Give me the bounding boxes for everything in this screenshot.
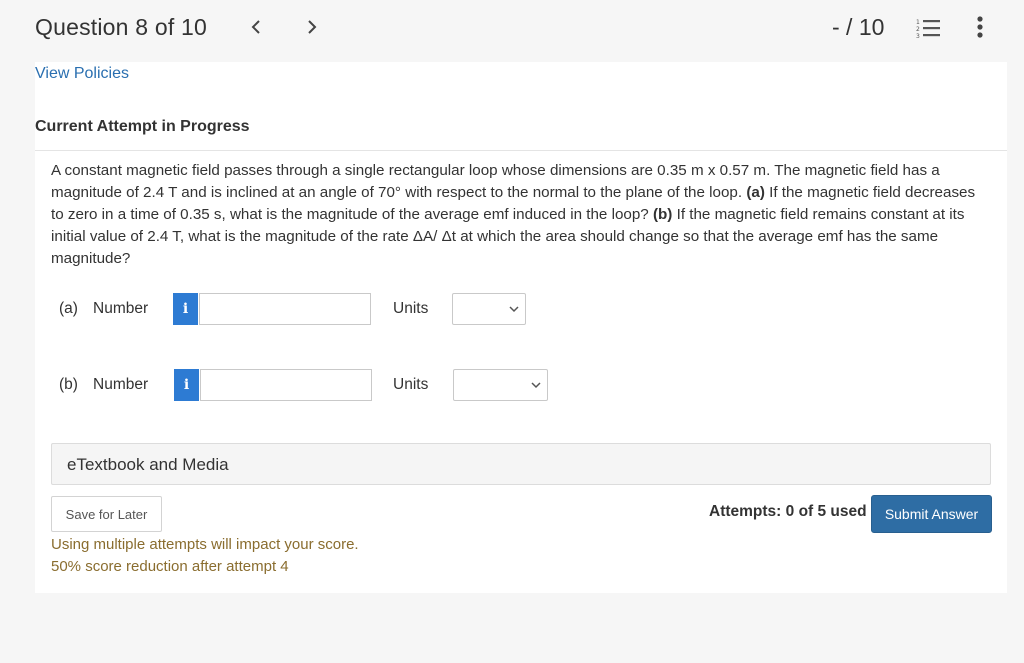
previous-question-button[interactable]	[244, 12, 268, 42]
chevron-down-icon	[509, 306, 519, 313]
part-a-units-select[interactable]	[452, 293, 526, 325]
part-a-units-label: Units	[393, 300, 429, 317]
divider	[35, 150, 1007, 151]
part-a-number-input[interactable]	[199, 293, 371, 325]
chevron-left-icon	[251, 20, 260, 34]
chevron-right-icon	[308, 20, 317, 34]
svg-text:1: 1	[916, 19, 920, 26]
question-text: A constant magnetic field passes through…	[51, 162, 976, 267]
info-icon: i	[182, 301, 189, 317]
score-display: - / 10	[832, 14, 885, 40]
top-bar: Question 8 of 10 - / 10 1 2 3	[0, 0, 1024, 62]
save-for-later-button[interactable]: Save for Later	[51, 496, 162, 532]
part-a-label: (a)	[59, 300, 78, 317]
info-icon: i	[183, 377, 190, 393]
question-counter: Question 8 of 10	[35, 14, 207, 40]
part-a-number-label: Number	[93, 300, 149, 317]
part-a-marker: (a)	[746, 184, 765, 201]
view-policies-link[interactable]: View Policies	[35, 65, 129, 83]
part-b-number-label: Number	[93, 376, 149, 393]
attempt-status-heading: Current Attempt in Progress	[35, 118, 250, 135]
attempts-warning: Using multiple attempts will impact your…	[51, 536, 359, 553]
part-b-info-button[interactable]: i	[174, 369, 199, 401]
score-reduction-notice: 50% score reduction after attempt 4	[51, 558, 289, 575]
part-b-label: (b)	[59, 376, 78, 393]
part-b-units-select[interactable]	[453, 369, 548, 401]
submit-answer-button[interactable]: Submit Answer	[871, 495, 992, 533]
part-b-units-label: Units	[393, 376, 429, 393]
part-a-info-button[interactable]: i	[173, 293, 198, 325]
next-question-button[interactable]	[300, 12, 324, 42]
svg-text:2: 2	[916, 26, 920, 33]
numbered-list-icon[interactable]: 1 2 3	[915, 16, 941, 40]
vertical-dots-icon[interactable]	[972, 14, 988, 42]
etextbook-media-section[interactable]: eTextbook and Media	[51, 443, 991, 485]
part-b-marker: (b)	[652, 206, 673, 223]
attempts-counter: Attempts: 0 of 5 used	[709, 503, 867, 520]
chevron-down-icon	[531, 382, 541, 389]
etextbook-media-label: eTextbook and Media	[67, 455, 229, 474]
part-b-number-input[interactable]	[200, 369, 372, 401]
svg-text:3: 3	[916, 33, 920, 40]
